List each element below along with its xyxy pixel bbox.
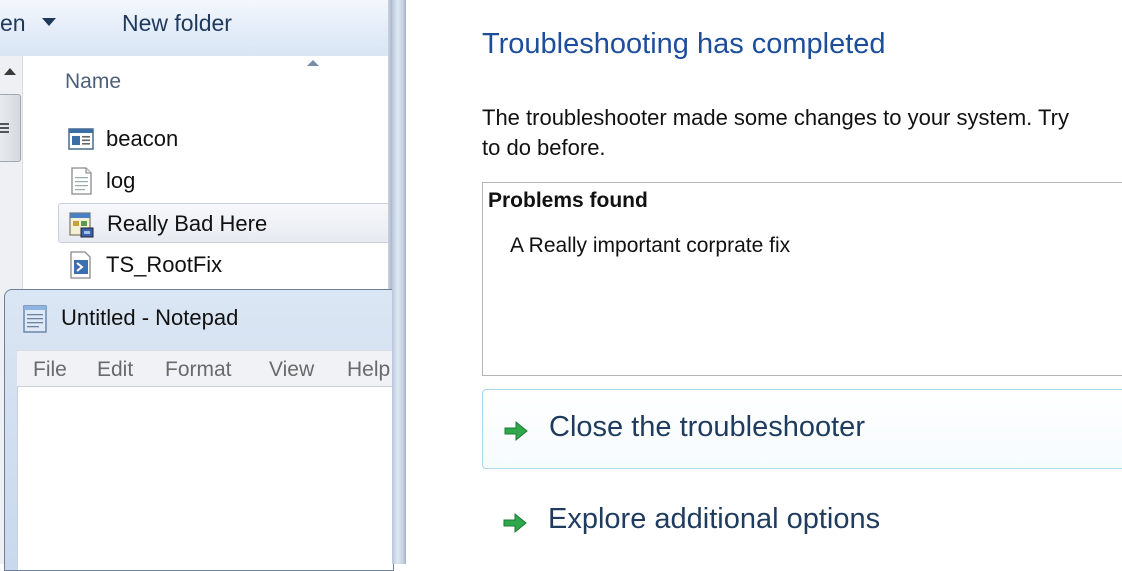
menu-edit[interactable]: Edit — [97, 358, 133, 382]
troubleshooter-window: Troubleshooting has completed The troubl… — [392, 0, 1122, 564]
menu-format[interactable]: Format — [165, 358, 232, 382]
menu-view[interactable]: View — [269, 358, 314, 382]
open-button[interactable]: en — [0, 10, 26, 37]
file-item-log[interactable]: log — [58, 161, 390, 201]
text-editor-area[interactable] — [17, 386, 393, 570]
page-title: Troubleshooting has completed — [482, 28, 886, 60]
menu-file[interactable]: File — [33, 358, 67, 382]
problems-header: Problems found — [488, 189, 648, 212]
close-troubleshooter-link[interactable]: Close the troubleshooter — [482, 389, 1122, 469]
column-header-name[interactable]: Name — [23, 56, 392, 106]
file-label: Really Bad Here — [107, 211, 268, 236]
powershell-script-icon — [70, 251, 91, 279]
explorer-toolbar: en New folder — [0, 0, 392, 57]
file-label: TS_RootFix — [106, 252, 223, 277]
window-title: Untitled - Notepad — [61, 305, 239, 330]
scroll-up-icon[interactable] — [4, 68, 16, 75]
description-text: The troubleshooter made some changes to … — [482, 103, 1122, 163]
file-item-really-bad-here[interactable]: Really Bad Here — [58, 203, 390, 243]
description-line-1: The troubleshooter made some changes to … — [482, 105, 1069, 130]
sort-ascending-icon — [307, 60, 319, 66]
close-troubleshooter-label: Close the troubleshooter — [549, 411, 865, 443]
notepad-window[interactable]: Untitled - Notepad File Edit Format View… — [4, 289, 394, 571]
problems-found-list: Problems found A Really important corpra… — [482, 182, 1122, 376]
file-item-beacon[interactable]: beacon — [58, 119, 390, 159]
file-label: log — [106, 168, 136, 193]
new-folder-button[interactable]: New folder — [122, 10, 232, 37]
problem-item[interactable]: A Really important corprate fix — [510, 234, 790, 258]
window-frame — [392, 0, 406, 564]
explore-options-link[interactable]: Explore additional options — [482, 482, 1122, 562]
file-label: beacon — [106, 126, 179, 151]
column-header-label: Name — [65, 70, 122, 93]
file-item-ts-rootfix[interactable]: TS_RootFix — [58, 245, 390, 285]
window-app-icon — [68, 128, 94, 150]
explore-options-label: Explore additional options — [548, 503, 881, 535]
description-line-2: to do before. — [482, 135, 606, 160]
text-document-icon — [71, 167, 92, 195]
notepad-icon — [23, 305, 47, 333]
troubleshooting-pack-icon — [69, 212, 94, 238]
menu-bar: File Edit Format View Help — [17, 350, 393, 387]
open-dropdown-icon[interactable] — [42, 18, 56, 26]
green-arrow-icon — [504, 420, 528, 442]
menu-help[interactable]: Help — [347, 358, 390, 382]
scrollbar-thumb[interactable] — [0, 94, 21, 162]
green-arrow-icon — [503, 512, 527, 534]
